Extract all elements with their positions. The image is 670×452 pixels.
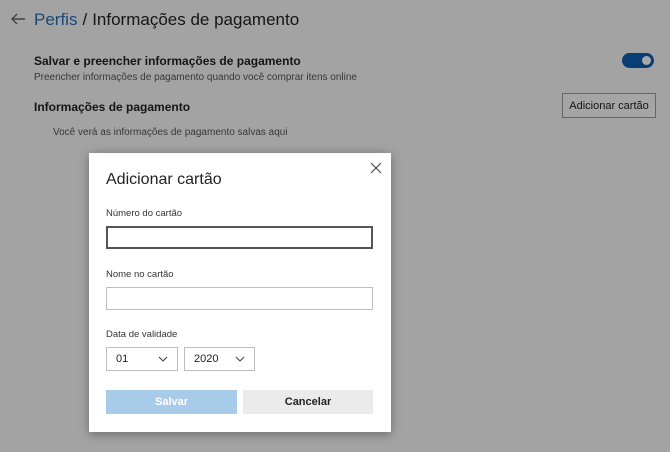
chevron-down-icon bbox=[235, 356, 245, 362]
expiry-year-select[interactable]: 2020 bbox=[184, 347, 255, 371]
chevron-down-icon bbox=[158, 356, 168, 362]
card-name-input[interactable] bbox=[106, 287, 373, 310]
card-number-label: Número do cartão bbox=[106, 208, 183, 219]
card-number-input[interactable] bbox=[106, 226, 373, 249]
expiry-month-value: 01 bbox=[116, 353, 129, 365]
expiry-year-value: 2020 bbox=[194, 353, 219, 365]
expiry-date-label: Data de validade bbox=[106, 329, 178, 340]
save-button[interactable]: Salvar bbox=[106, 390, 237, 414]
cancel-button[interactable]: Cancelar bbox=[243, 390, 373, 414]
expiry-month-select[interactable]: 01 bbox=[106, 347, 178, 371]
card-name-label: Nome no cartão bbox=[106, 269, 174, 280]
add-card-dialog: Adicionar cartão Número do cartão Nome n… bbox=[89, 153, 391, 432]
dialog-title: Adicionar cartão bbox=[106, 171, 222, 188]
close-icon[interactable] bbox=[369, 161, 383, 175]
